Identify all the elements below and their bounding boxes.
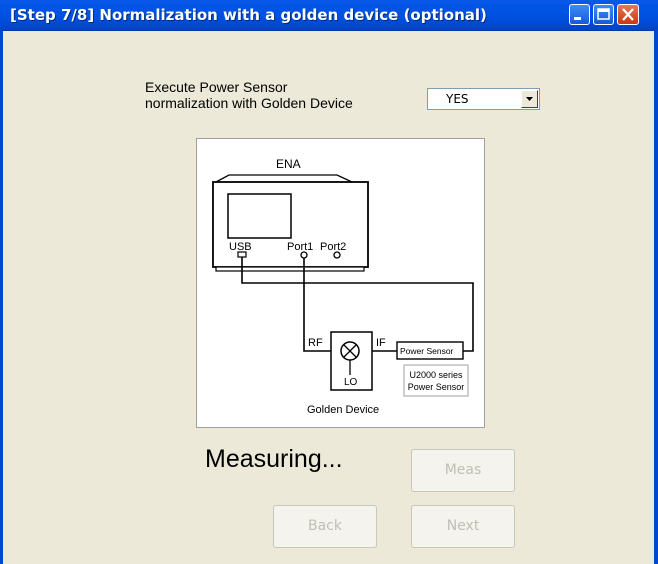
measurement-status: Measuring... (205, 445, 343, 473)
maximize-icon[interactable] (593, 4, 614, 25)
dropdown-button[interactable] (521, 90, 538, 108)
instrument-top (215, 174, 353, 183)
port2-label: Port2 (320, 241, 346, 253)
port1-label: Port1 (287, 241, 313, 253)
instrument-base (215, 266, 365, 272)
title-bar: [Step 7/8] Normalization with a golden d… (0, 0, 658, 31)
port2-connector (333, 251, 341, 259)
close-icon[interactable] (617, 4, 639, 25)
normalization-select[interactable]: YES (427, 88, 540, 110)
sensor-series-line2: Power Sensor (408, 382, 465, 392)
option-label-line2: normalization with Golden Device (145, 95, 353, 111)
back-button[interactable]: Back (273, 505, 377, 548)
port1-connector (300, 251, 308, 259)
option-label-line1: Execute Power Sensor (145, 79, 288, 95)
meas-button[interactable]: Meas (411, 449, 515, 492)
usb-port (237, 251, 247, 258)
ena-label: ENA (276, 157, 301, 171)
window-title: [Step 7/8] Normalization with a golden d… (10, 6, 487, 24)
if-label: IF (376, 337, 386, 349)
power-sensor-label: Power Sensor (400, 346, 454, 356)
minimize-icon[interactable] (569, 4, 590, 25)
ena-screen (227, 193, 292, 239)
golden-device-label: Golden Device (307, 404, 379, 416)
window-frame-right (654, 30, 658, 564)
window-frame-left (0, 30, 3, 564)
chevron-down-icon (526, 97, 533, 101)
rf-label: RF (308, 337, 323, 349)
lo-label: LO (344, 377, 358, 388)
next-button[interactable]: Next (411, 505, 515, 548)
sensor-series-line1: U2000 series (409, 370, 463, 380)
usb-label: USB (229, 241, 252, 253)
connection-diagram: ENA USB Port1 Port2 RF IF LO Golden Devi… (196, 138, 485, 428)
select-value: YES (446, 92, 469, 106)
normalization-option-label: Execute Power Sensor normalization with … (145, 79, 353, 111)
